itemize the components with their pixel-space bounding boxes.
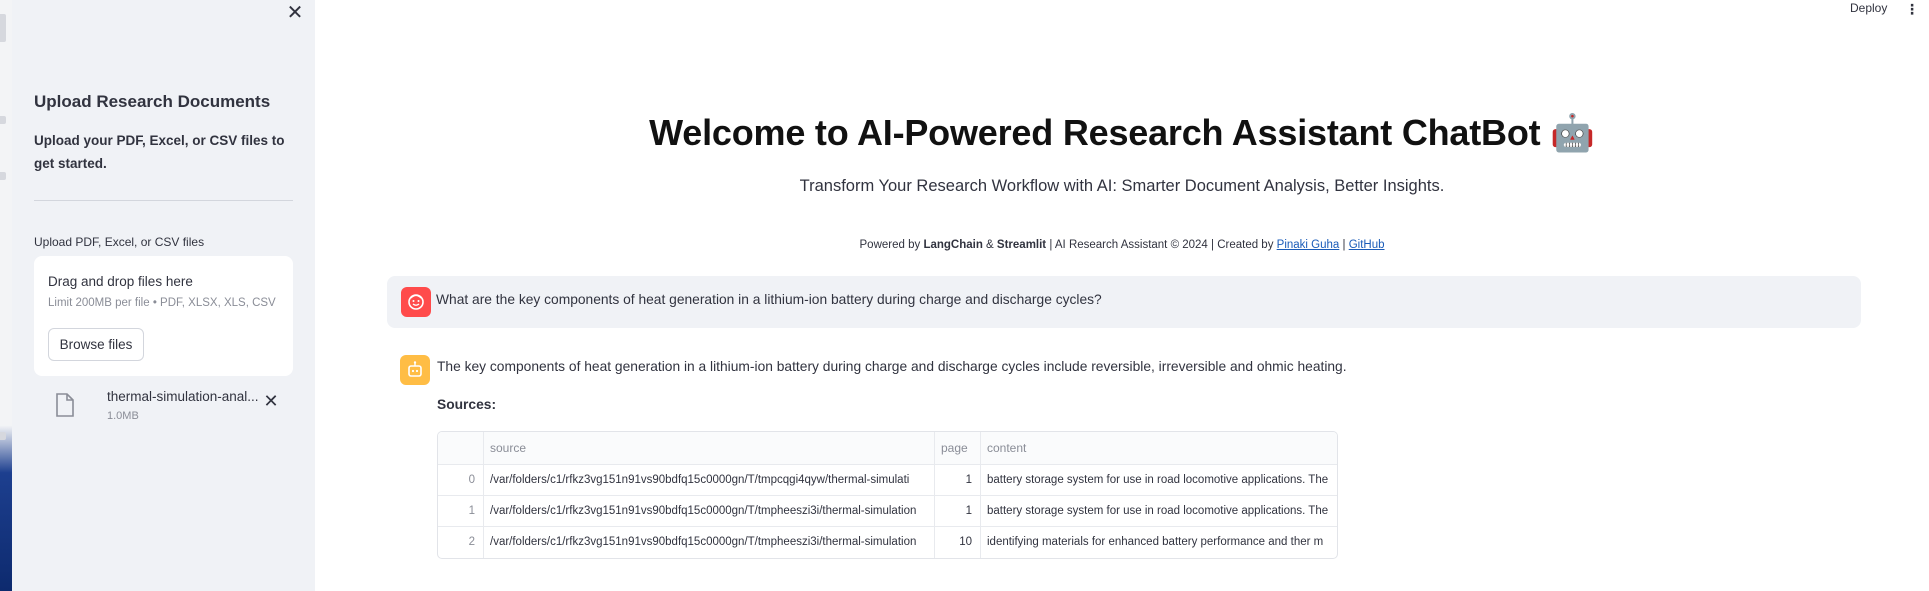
table-row: 0 /var/folders/c1/rfkz3vg151n91vs90bdfq1… xyxy=(438,465,1337,496)
sidebar: ✕ Upload Research Documents Upload your … xyxy=(12,0,315,591)
table-cell[interactable]: /var/folders/c1/rfkz3vg151n91vs90bdfq15c… xyxy=(484,496,935,526)
file-icon xyxy=(56,393,74,417)
user-avatar-icon xyxy=(401,287,431,317)
table-cell[interactable]: 1 xyxy=(438,496,484,526)
table-cell[interactable]: battery storage system for use in road l… xyxy=(981,465,1337,495)
page-subtitle: Transform Your Research Workflow with AI… xyxy=(799,177,1445,195)
powered-by-line: Powered by LangChain & Streamlit | AI Re… xyxy=(315,239,1929,251)
page-title: Welcome to AI-Powered Research Assistant… xyxy=(649,112,1595,153)
uploaded-file: thermal-simulation-anal... 1.0MB ✕ xyxy=(34,385,293,431)
author-link[interactable]: Pinaki Guha xyxy=(1277,239,1340,251)
user-chat-message: What are the key components of heat gene… xyxy=(387,276,1861,328)
table-row: 1 /var/folders/c1/rfkz3vg151n91vs90bdfq1… xyxy=(438,496,1337,527)
edge-mark xyxy=(0,116,6,124)
column-header[interactable]: content xyxy=(981,432,1337,464)
deploy-button[interactable]: Deploy xyxy=(1850,1,1887,15)
table-cell[interactable]: identifying materials for enhanced batte… xyxy=(981,527,1337,558)
browse-files-button[interactable]: Browse files xyxy=(48,328,144,361)
file-name: thermal-simulation-anal... xyxy=(107,389,259,404)
close-icon[interactable]: ✕ xyxy=(284,2,306,24)
footer-text: | AI Research Assistant © 2024 | Created… xyxy=(1046,239,1277,251)
table-cell[interactable]: 0 xyxy=(438,465,484,495)
column-header[interactable] xyxy=(438,432,484,464)
footer-text: | xyxy=(1339,239,1349,251)
table-cell[interactable]: 1 xyxy=(935,465,981,495)
table-row: 2 /var/folders/c1/rfkz3vg151n91vs90bdfq1… xyxy=(438,527,1337,558)
app-window: ✕ Upload Research Documents Upload your … xyxy=(0,0,1929,591)
sources-label: Sources: xyxy=(437,397,497,412)
edge-mark xyxy=(0,172,6,180)
background-window-edge xyxy=(0,0,12,591)
edge-mark xyxy=(0,14,6,42)
sidebar-description: Upload your PDF, Excel, or CSV files to … xyxy=(34,133,285,171)
github-link[interactable]: GitHub xyxy=(1349,239,1385,251)
bot-avatar-icon xyxy=(400,355,430,385)
more-menu-icon[interactable]: ⋮ xyxy=(1905,0,1919,18)
table-cell[interactable]: 1 xyxy=(935,496,981,526)
user-message-text: What are the key components of heat gene… xyxy=(436,292,1102,307)
sources-table[interactable]: source page content 0 /var/folders/c1/rf… xyxy=(437,431,1338,559)
sidebar-divider xyxy=(34,200,293,201)
remove-file-icon[interactable]: ✕ xyxy=(261,391,281,411)
dropzone-title: Drag and drop files here xyxy=(48,274,193,289)
streamlit-label: Streamlit xyxy=(996,239,1047,251)
table-cell[interactable]: /var/folders/c1/rfkz3vg151n91vs90bdfq15c… xyxy=(484,527,935,558)
column-header[interactable]: source xyxy=(484,432,935,464)
column-header[interactable]: page xyxy=(935,432,981,464)
footer-text: & xyxy=(982,239,997,251)
table-cell[interactable]: 2 xyxy=(438,527,484,558)
table-cell[interactable]: 10 xyxy=(935,527,981,558)
table-header-row: source page content xyxy=(438,432,1337,465)
footer-text: Powered by xyxy=(859,239,924,251)
bot-message-text: The key components of heat generation in… xyxy=(437,359,1347,374)
edge-mark xyxy=(0,432,6,440)
file-dropzone[interactable]: Drag and drop files here Limit 200MB per… xyxy=(34,256,293,376)
table-cell[interactable]: battery storage system for use in road l… xyxy=(981,496,1337,526)
sidebar-title: Upload Research Documents xyxy=(34,92,271,111)
uploader-label: Upload PDF, Excel, or CSV files xyxy=(34,235,205,249)
file-size: 1.0MB xyxy=(107,410,139,422)
langchain-label: LangChain xyxy=(923,239,983,251)
dropzone-limit: Limit 200MB per file • PDF, XLSX, XLS, C… xyxy=(48,297,276,309)
table-cell[interactable]: /var/folders/c1/rfkz3vg151n91vs90bdfq15c… xyxy=(484,465,935,495)
